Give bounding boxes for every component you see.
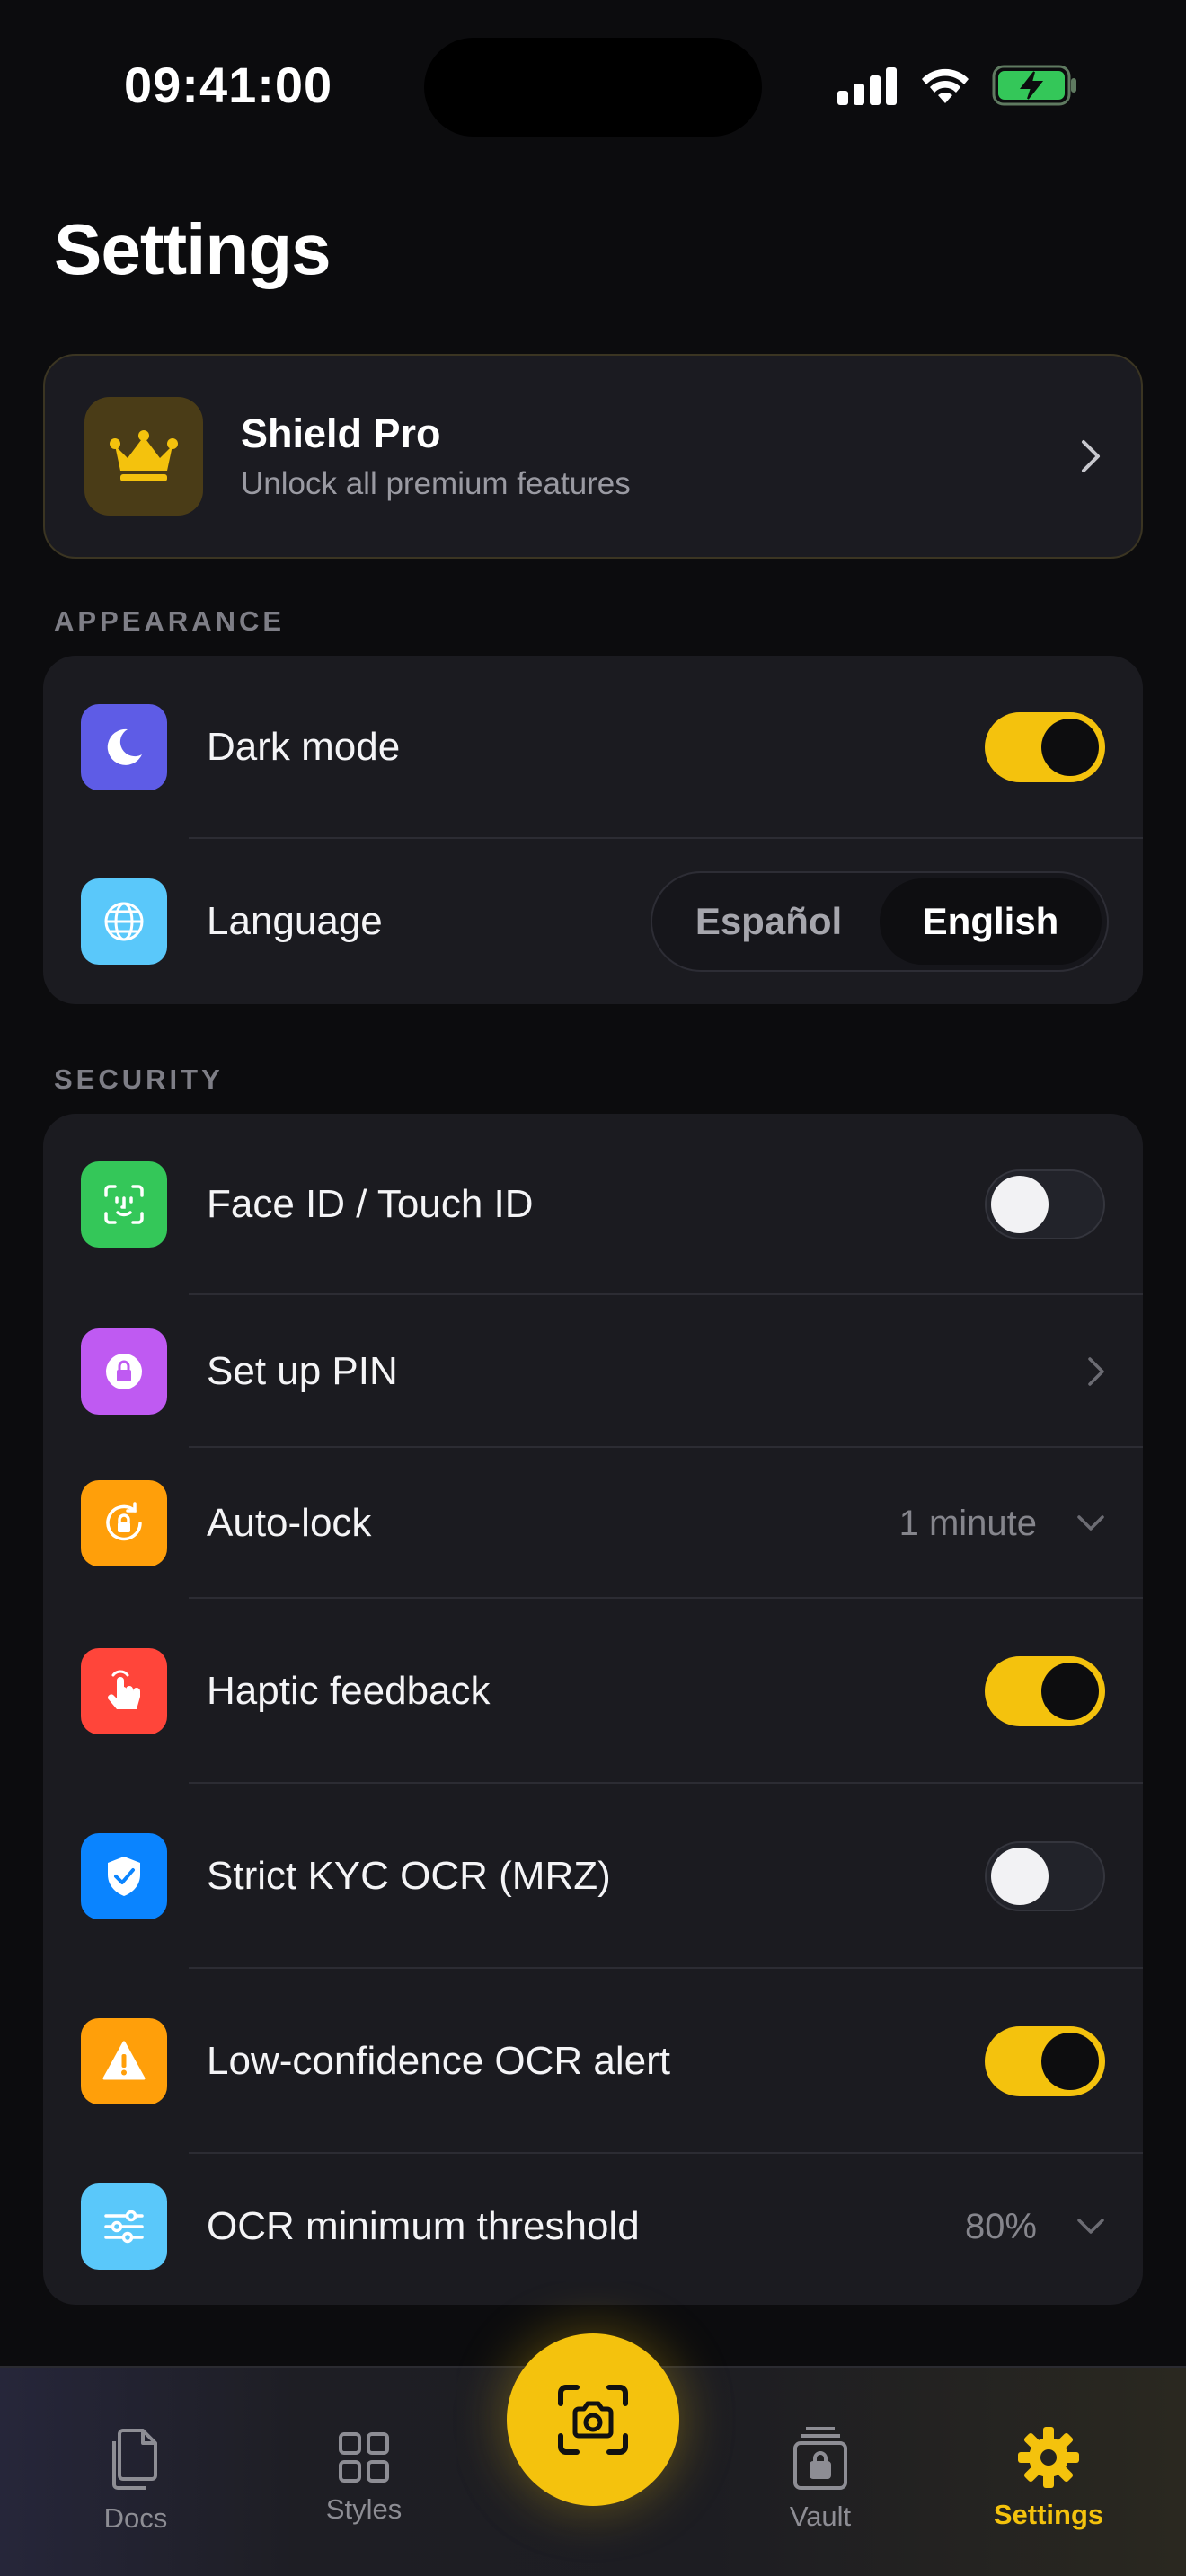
battery-charging-icon	[992, 65, 1076, 106]
gear-icon	[1018, 2427, 1079, 2488]
tab-docs-label: Docs	[103, 2502, 168, 2534]
shield-check-icon	[81, 1833, 167, 1919]
pro-title: Shield Pro	[241, 410, 441, 456]
tab-styles[interactable]: Styles	[314, 2430, 413, 2526]
auto-lock-label: Auto-lock	[207, 1501, 372, 1545]
language-option-espanol[interactable]: Español	[658, 878, 880, 965]
settings-screen: 09:41:00 Settings Shield Pro Unlock all …	[0, 0, 1186, 2576]
toggle-knob	[1041, 1663, 1099, 1720]
chevron-down-icon	[1077, 2219, 1104, 2234]
documents-icon	[112, 2429, 157, 2490]
tab-docs[interactable]: Docs	[86, 2425, 185, 2535]
tab-settings[interactable]: Settings	[988, 2425, 1109, 2531]
set-up-pin-label: Set up PIN	[207, 1349, 398, 1393]
dark-mode-row: Dark mode	[43, 656, 1143, 839]
scan-camera-icon	[558, 2385, 628, 2455]
lock-icon	[81, 1328, 167, 1415]
warning-icon	[81, 2018, 167, 2104]
appearance-group: Dark mode Language Español English	[43, 656, 1143, 1004]
scan-camera-button[interactable]	[507, 2333, 679, 2506]
dynamic-island	[424, 38, 762, 137]
pro-subtitle: Unlock all premium features	[241, 466, 631, 501]
face-id-row: Face ID / Touch ID	[43, 1114, 1143, 1295]
moon-icon	[81, 704, 167, 790]
grid-icon	[339, 2432, 389, 2483]
haptic-label: Haptic feedback	[207, 1669, 491, 1713]
section-label-appearance: APPEARANCE	[54, 605, 286, 637]
toggle-knob	[991, 1848, 1049, 1905]
chevron-right-icon	[1088, 1357, 1104, 1386]
haptic-toggle[interactable]	[985, 1656, 1105, 1726]
chevron-right-icon	[1082, 440, 1100, 472]
ocr-threshold-label: OCR minimum threshold	[207, 2204, 640, 2248]
face-id-icon	[81, 1161, 167, 1248]
low-confidence-row: Low-confidence OCR alert	[43, 1969, 1143, 2154]
strict-kyc-toggle[interactable]	[985, 1841, 1105, 1911]
language-option-english[interactable]: English	[880, 878, 1102, 965]
section-label-security: SECURITY	[54, 1063, 224, 1095]
status-time: 09:41:00	[124, 57, 333, 113]
language-row: Language Español English	[43, 839, 1143, 1004]
language-segmented-control: Español English	[651, 871, 1109, 972]
ocr-threshold-row[interactable]: OCR minimum threshold 80%	[43, 2154, 1143, 2299]
shield-pro-card[interactable]: Shield Pro Unlock all premium features	[43, 354, 1143, 559]
page-title: Settings	[54, 209, 332, 289]
dark-mode-toggle[interactable]	[985, 712, 1105, 782]
wifi-icon	[922, 68, 969, 103]
cellular-signal-icon	[837, 67, 897, 105]
face-id-toggle[interactable]	[985, 1169, 1105, 1239]
ocr-threshold-value: 80%	[964, 2206, 1037, 2246]
haptic-row: Haptic feedback	[43, 1599, 1143, 1784]
status-icons	[837, 65, 1078, 106]
tab-vault[interactable]: Vault	[771, 2425, 870, 2533]
auto-lock-row[interactable]: Auto-lock 1 minute	[43, 1448, 1143, 1599]
low-confidence-label: Low-confidence OCR alert	[207, 2039, 671, 2083]
tab-vault-label: Vault	[789, 2501, 852, 2532]
strict-kyc-label: Strict KYC OCR (MRZ)	[207, 1854, 611, 1898]
toggle-knob	[1041, 719, 1099, 776]
toggle-knob	[991, 1176, 1049, 1233]
set-up-pin-row[interactable]: Set up PIN	[43, 1295, 1143, 1448]
vault-lock-icon	[793, 2427, 847, 2490]
crown-icon	[84, 397, 203, 516]
tab-styles-label: Styles	[325, 2493, 403, 2525]
sliders-icon	[81, 2183, 167, 2270]
language-label: Language	[207, 899, 383, 943]
chevron-down-icon	[1077, 1515, 1104, 1531]
face-id-label: Face ID / Touch ID	[207, 1182, 534, 1226]
security-group: Face ID / Touch ID Set up PIN Auto-lock …	[43, 1114, 1143, 2305]
strict-kyc-row: Strict KYC OCR (MRZ)	[43, 1784, 1143, 1969]
globe-icon	[81, 878, 167, 965]
low-confidence-toggle[interactable]	[985, 2026, 1105, 2096]
auto-lock-value: 1 minute	[898, 1503, 1037, 1543]
haptic-touch-icon	[81, 1648, 167, 1734]
dark-mode-label: Dark mode	[207, 725, 401, 769]
auto-lock-icon	[81, 1480, 167, 1566]
tab-settings-label: Settings	[993, 2499, 1104, 2530]
toggle-knob	[1041, 2033, 1099, 2090]
